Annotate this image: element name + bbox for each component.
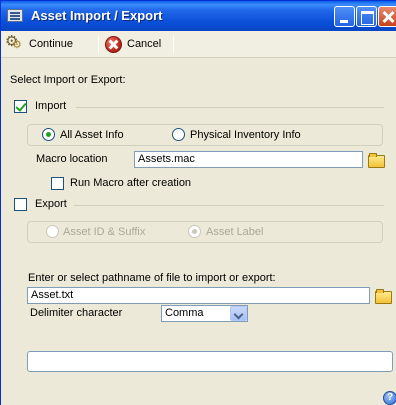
continue-label: Continue	[29, 38, 74, 50]
all-asset-info-label[interactable]: All Asset Info	[60, 129, 124, 141]
continue-button[interactable]: Continue	[5, 32, 74, 54]
macro-browse-folder-icon[interactable]	[368, 153, 385, 168]
import-label[interactable]: Import	[35, 100, 66, 112]
toolbar-separator	[173, 36, 174, 53]
all-asset-info-radio[interactable]	[42, 128, 55, 141]
select-prompt: Select Import or Export:	[10, 74, 126, 86]
status-box	[27, 351, 393, 372]
dialog-body: Select Import or Export: Import All Asse…	[1, 59, 396, 405]
run-macro-label[interactable]: Run Macro after creation	[70, 177, 191, 189]
run-macro-checkbox[interactable]	[51, 177, 64, 190]
toolbar-separator	[98, 36, 99, 53]
pathname-field[interactable]: Asset.txt	[27, 287, 370, 304]
export-checkbox[interactable]	[14, 198, 27, 211]
macro-location-label: Macro location	[36, 153, 108, 165]
cancel-label: Cancel	[127, 38, 162, 50]
export-label[interactable]: Export	[35, 198, 67, 210]
cancel-button[interactable]: Cancel	[105, 34, 161, 54]
red-x-circle-icon	[105, 35, 122, 53]
chevron-down-icon[interactable]	[230, 306, 247, 321]
asset-import-export-window: Asset Import / Export Continue Cancel Se…	[0, 0, 396, 405]
delimiter-label: Delimiter character	[30, 307, 123, 319]
asset-id-suffix-radio[interactable]	[46, 225, 59, 238]
minimize-button[interactable]	[334, 6, 355, 27]
physical-inventory-info-radio[interactable]	[172, 128, 185, 141]
asset-label-radio[interactable]	[188, 225, 201, 238]
toolbar: Continue Cancel	[1, 31, 396, 58]
asset-label-label[interactable]: Asset Label	[206, 226, 263, 238]
import-divider	[76, 107, 384, 108]
export-divider	[74, 205, 384, 206]
maximize-button[interactable]	[356, 6, 377, 27]
close-button[interactable]	[378, 6, 396, 27]
window-list-icon	[7, 9, 23, 22]
macro-location-field[interactable]: Assets.mac	[134, 151, 363, 168]
window-title: Asset Import / Export	[31, 8, 163, 23]
physical-inventory-info-label[interactable]: Physical Inventory Info	[190, 129, 301, 141]
help-icon[interactable]: ?	[383, 391, 396, 405]
pathname-label: Enter or select pathname of file to impo…	[28, 272, 276, 284]
pathname-browse-folder-icon[interactable]	[375, 289, 392, 304]
asset-id-suffix-label[interactable]: Asset ID & Suffix	[63, 226, 145, 238]
title-bar[interactable]: Asset Import / Export	[1, 1, 396, 31]
gears-icon	[5, 32, 24, 53]
import-checkbox[interactable]	[14, 100, 27, 113]
